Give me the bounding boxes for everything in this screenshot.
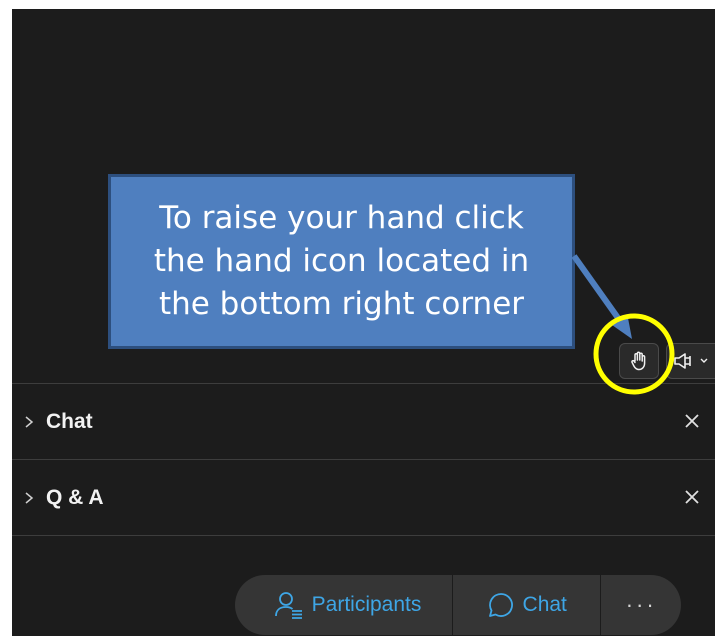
chat-label: Chat bbox=[522, 593, 567, 616]
speaker-button[interactable] bbox=[666, 343, 715, 379]
callout-line: the bottom right corner bbox=[158, 286, 525, 322]
more-options-button[interactable]: ··· bbox=[601, 575, 681, 635]
raised-hand-icon bbox=[631, 351, 646, 371]
chat-bubble-icon bbox=[488, 593, 513, 617]
more-icon: ··· bbox=[625, 592, 657, 617]
bottom-toolbar: Participants Chat ··· bbox=[235, 575, 681, 635]
chat-button[interactable]: Chat bbox=[453, 575, 600, 635]
chevron-right-icon[interactable] bbox=[22, 415, 36, 429]
callout-line: To raise your hand click bbox=[159, 200, 524, 236]
close-icon[interactable] bbox=[683, 488, 701, 506]
speaker-icon bbox=[674, 353, 691, 369]
divider bbox=[12, 535, 715, 536]
close-icon[interactable] bbox=[683, 412, 701, 430]
participants-button[interactable]: Participants bbox=[235, 575, 452, 635]
callout-line: the hand icon located in bbox=[153, 243, 530, 279]
qa-panel-title: Q & A bbox=[46, 485, 104, 509]
participants-icon bbox=[274, 592, 302, 619]
instruction-callout: To raise your hand click the hand icon l… bbox=[108, 174, 575, 349]
raise-hand-button[interactable] bbox=[619, 343, 659, 379]
chevron-right-icon[interactable] bbox=[22, 491, 36, 505]
chevron-down-icon bbox=[700, 358, 708, 363]
chat-panel-header[interactable]: Chat bbox=[12, 384, 715, 459]
chat-panel-title: Chat bbox=[46, 409, 93, 433]
participants-label: Participants bbox=[311, 593, 422, 616]
qa-panel-header[interactable]: Q & A bbox=[12, 460, 715, 535]
